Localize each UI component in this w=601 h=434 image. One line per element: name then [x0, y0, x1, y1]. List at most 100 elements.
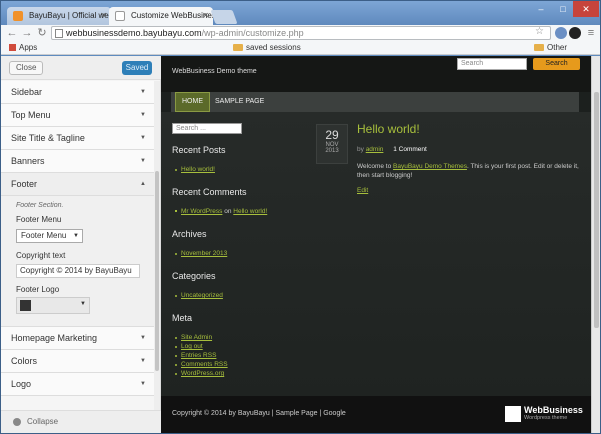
section-colors[interactable]: Colors ▼: [1, 350, 154, 373]
post-author-link[interactable]: admin: [366, 146, 384, 153]
url-path: /wp-admin/customize.php: [201, 28, 304, 38]
recent-comment-item: Mr WordPress on Hello world!: [175, 208, 267, 215]
section-top-menu[interactable]: Top Menu ▼: [1, 104, 154, 127]
minimize-icon[interactable]: –: [529, 1, 553, 17]
post-edit-link[interactable]: Edit: [357, 187, 368, 194]
footer-logo-picker[interactable]: ▼: [16, 297, 90, 314]
menu-sample-page[interactable]: SAMPLE PAGE: [209, 92, 270, 112]
url-host: webbusinessdemo.bayubayu.com: [66, 28, 202, 38]
site-tagline: WebBusiness Demo theme: [172, 68, 257, 75]
orange-favicon-icon: [13, 11, 23, 21]
apps-bookmark[interactable]: Apps: [9, 41, 37, 55]
folder-icon: [233, 44, 243, 52]
section-homepage-marketing[interactable]: Homepage Marketing ▼: [1, 327, 154, 350]
webbusiness-logo-icon: [20, 300, 31, 311]
meta-site-admin-link[interactable]: Site Admin: [174, 334, 212, 341]
footer-logo-label: Footer Logo: [16, 285, 60, 294]
footer-logo: WebBusiness Wordpress theme: [505, 405, 583, 423]
recent-post-link[interactable]: Hello world!: [175, 166, 215, 173]
close-tab-icon[interactable]: ✕: [202, 7, 209, 25]
extension-icon[interactable]: [555, 27, 567, 39]
browser-toolbar: ← → ↻ webbusinessdemo.bayubayu.com/wp-ad…: [1, 25, 600, 41]
reload-icon[interactable]: ↻: [35, 25, 49, 41]
close-window-icon[interactable]: ✕: [573, 1, 599, 17]
panel-scrollbar[interactable]: [154, 81, 160, 411]
saved-button[interactable]: Saved: [122, 61, 152, 75]
menu-icon[interactable]: ≡: [584, 25, 598, 41]
new-tab-button[interactable]: [210, 10, 238, 24]
section-site-title[interactable]: Site Title & Tagline ▼: [1, 127, 154, 150]
footer-section-body: Footer Section. Footer Menu Footer Menu ▼…: [1, 196, 154, 327]
tab-customize[interactable]: Customize WebBusiness ✕: [109, 7, 213, 25]
tab-title: Customize WebBusiness: [131, 11, 213, 20]
select-caret-icon: ▼: [73, 233, 79, 239]
meta-comments-rss-link[interactable]: Comments RSS: [175, 361, 228, 368]
section-footer[interactable]: Footer ▲: [1, 173, 154, 196]
collapse-arrow-icon: [13, 417, 21, 426]
site-footer: Copyright © 2014 by BayuBayu | Sample Pa…: [161, 396, 591, 433]
footer-logo-sub: Wordpress theme: [524, 415, 568, 421]
customizer-header: Close Saved: [1, 56, 161, 80]
meta-log-out-link[interactable]: Log out: [175, 343, 203, 350]
caret-down-icon: ▼: [140, 112, 146, 118]
archive-link[interactable]: November 2013: [174, 250, 227, 257]
bookmark-star-icon[interactable]: ☆: [535, 26, 544, 38]
post-body-link[interactable]: BayuBayu Demo Themes: [393, 163, 467, 170]
meta-entries-rss-link[interactable]: Entries RSS: [174, 352, 216, 359]
site-content: Search ... Recent Posts Hello world! Rec…: [161, 112, 591, 396]
close-tab-icon[interactable]: ✕: [100, 7, 107, 25]
panel-scroll-thumb[interactable]: [155, 171, 159, 371]
footer-menu-select[interactable]: Footer Menu ▼: [16, 229, 83, 243]
header-search-button[interactable]: Search: [533, 58, 580, 70]
section-banners[interactable]: Banners ▼: [1, 150, 154, 173]
archives-title: Archives: [172, 229, 207, 239]
forward-icon[interactable]: →: [20, 25, 34, 41]
post-year: 2013: [325, 148, 339, 154]
post-comments-link[interactable]: 1 Comment: [393, 146, 427, 153]
bookmarks-bar: Apps saved sessions Other bookmarks: [1, 41, 600, 66]
list-bullet: [175, 210, 177, 213]
page-favicon-icon: [115, 11, 125, 21]
menu-home[interactable]: HOME: [175, 92, 210, 112]
post-day: 29: [325, 128, 339, 142]
logo-caret-icon: ▼: [80, 301, 86, 307]
preview-scroll-thumb[interactable]: [594, 92, 599, 328]
category-link[interactable]: Uncategorized: [175, 292, 223, 299]
customizer-panel: Close Saved Sidebar ▼ Top Menu ▼ Site Titl…: [1, 56, 161, 433]
saved-sessions-bookmark[interactable]: saved sessions: [233, 41, 301, 55]
footer-description: Footer Section.: [16, 202, 64, 209]
tab-title: BayuBayu | Official websi: [29, 11, 111, 20]
recent-posts-title: Recent Posts: [172, 145, 226, 155]
caret-down-icon: ▼: [140, 358, 146, 364]
section-sidebar[interactable]: Sidebar ▼: [1, 81, 154, 104]
site-preview: WebBusiness Demo theme Search Search HOM…: [161, 56, 591, 433]
preview-scrollbar[interactable]: [591, 56, 600, 433]
site-menu: HOME SAMPLE PAGE: [171, 92, 579, 112]
sidebar-search-input[interactable]: Search ...: [172, 123, 242, 134]
comment-post-link[interactable]: Hello world!: [233, 208, 267, 215]
extension-dark-icon[interactable]: [569, 27, 581, 39]
footer-logo-name: WebBusiness: [524, 405, 583, 415]
webbusiness-logo-icon: [505, 406, 521, 422]
copyright-input[interactable]: Copyright © 2014 by BayuBayu: [16, 264, 140, 278]
tab-bayubayu[interactable]: BayuBayu | Official websi ✕: [7, 7, 111, 25]
caret-down-icon: ▼: [140, 335, 146, 341]
post-title-link[interactable]: Hello world!: [357, 122, 420, 136]
meta-title: Meta: [172, 313, 193, 323]
post-body: Welcome to BayuBayu Demo Themes. This is…: [357, 163, 579, 179]
folder-icon: [534, 44, 544, 52]
section-logo[interactable]: Logo ▼: [1, 373, 154, 396]
back-icon[interactable]: ←: [5, 25, 19, 41]
close-button[interactable]: Close: [9, 61, 44, 75]
address-bar[interactable]: webbusinessdemo.bayubayu.com/wp-admin/cu…: [51, 26, 551, 40]
page-icon: [55, 29, 63, 38]
maximize-icon[interactable]: □: [551, 1, 575, 17]
comment-author-link[interactable]: Mr WordPress: [181, 208, 222, 215]
browser-window: BayuBayu | Official websi ✕ Customize We…: [0, 0, 601, 434]
header-search-input[interactable]: Search: [457, 58, 527, 70]
collapse-button[interactable]: Collapse: [1, 410, 161, 433]
meta-wordpress-link[interactable]: WordPress.org: [174, 370, 224, 377]
caret-down-icon: ▼: [140, 158, 146, 164]
apps-grid-icon: [9, 44, 16, 52]
footer-copyright: Copyright © 2014 by BayuBayu | Sample Pa…: [172, 410, 346, 417]
